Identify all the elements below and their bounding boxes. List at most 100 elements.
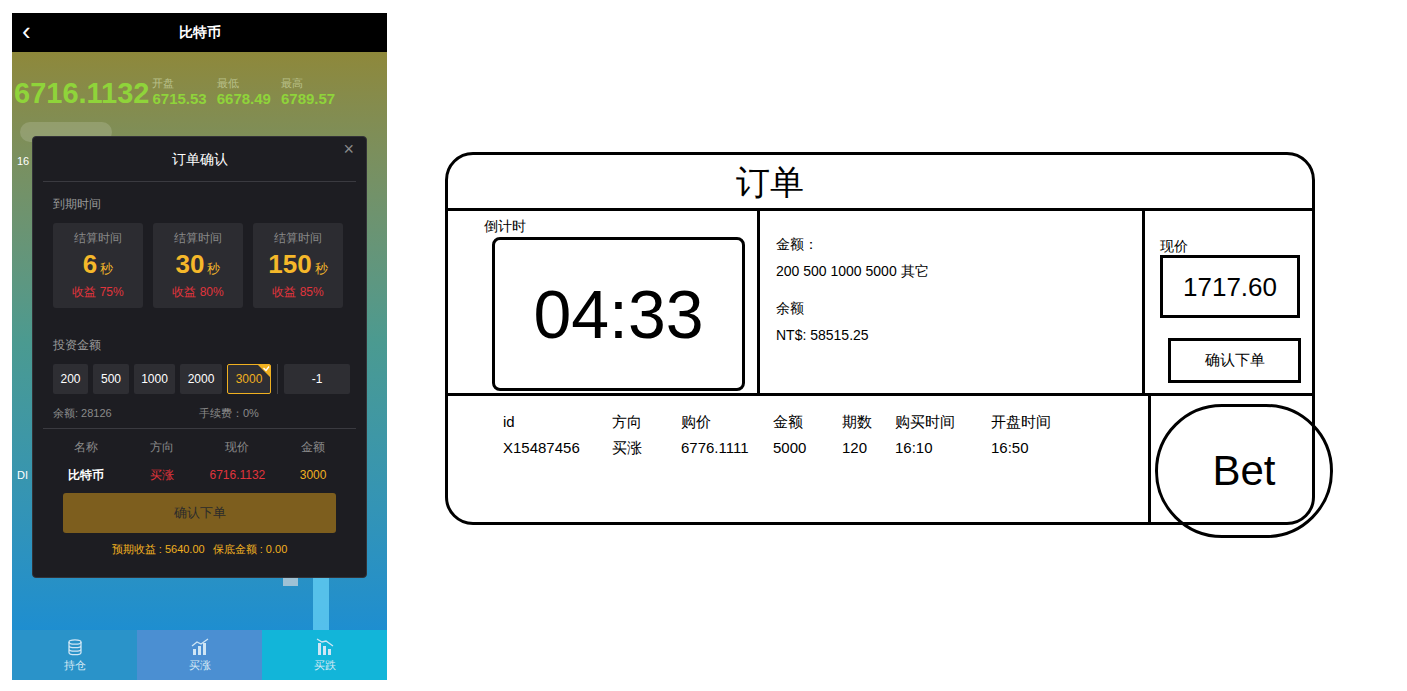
duration-card[interactable]: 结算时间 150秒收益 85% — [253, 223, 343, 308]
order-cell: 16:10 — [895, 438, 991, 458]
column-header: 方向 — [124, 438, 200, 456]
duration-card[interactable]: 结算时间6秒收益 75% — [53, 223, 143, 308]
duration-value: 30秒 — [176, 248, 221, 280]
separator — [277, 364, 278, 394]
duration-number: 30 — [176, 248, 205, 280]
order-cell: X15487456 — [503, 438, 612, 458]
order-cell: 120 — [842, 438, 895, 458]
balance-row: 余额: 28126 手续费：0% — [53, 406, 366, 420]
chart-area: 6716.1132 开盘6715.53最低6678.49最高6789.57 16… — [12, 52, 387, 630]
amount-label: 3000 — [236, 370, 263, 388]
quote-row: 6716.1132 开盘6715.53 最低6678.49 最高6789.57 — [12, 52, 387, 108]
duration-value: 150秒 — [268, 248, 327, 280]
amount-label: 2000 — [188, 370, 215, 388]
duration-profit: 收益 80% — [172, 284, 223, 300]
order-column: 期数 — [842, 412, 895, 432]
sketch-title: 订单 — [736, 165, 804, 199]
phone-screen: ‹ 比特币 6716.1132 开盘6715.53 最低6678.49 最高6789… — [12, 13, 387, 680]
amount-label: 500 — [101, 370, 121, 388]
tab-bar: 持仓 买涨 买跌 — [12, 630, 387, 680]
order-cell: 5000 — [773, 438, 842, 458]
expected-profit: 预期收益 : 5640.00 — [112, 542, 205, 556]
guaranteed-amount: 保底金额 : 0.00 — [213, 542, 288, 556]
sketch-confirm-label: 确认下单 — [1205, 349, 1265, 372]
sketch-title-row: 订单 — [448, 155, 1312, 211]
duration-number: 6 — [83, 248, 97, 280]
order-cell: 16:50 — [991, 438, 1071, 458]
header-bar: ‹ 比特币 — [12, 13, 387, 52]
duration-number: 150 — [268, 248, 311, 280]
dialog-title: 订单确认 — [172, 149, 228, 170]
quote-stat: 最高6789.57 — [281, 76, 335, 108]
quote-stats: 开盘6715.53 最低6678.49 最高6789.57 — [152, 76, 335, 108]
chart-up-icon — [191, 638, 209, 656]
price-cell: 现价 1717.60 确认下单 — [1145, 211, 1312, 393]
price-value: 1717.60 — [1183, 274, 1277, 300]
stat-label: 开盘 — [152, 76, 206, 90]
duration-profit: 收益 85% — [272, 284, 323, 300]
order-header: id方向购价金额期数购买时间开盘时间 — [503, 412, 1148, 432]
bet-cell: Bet — [1148, 396, 1312, 522]
stat-value: 6789.57 — [281, 90, 335, 108]
order-row: X15487456买涨6776.1111500012016:1016:50 — [503, 438, 1148, 458]
dialog-header: 订单确认 × — [43, 137, 356, 182]
sketch-bottom-row: id方向购价金额期数购买时间开盘时间 X15487456买涨6776.11115… — [448, 396, 1312, 522]
coins-icon — [66, 638, 84, 656]
stat-label: 最低 — [217, 76, 271, 90]
custom-amount: -1 — [312, 370, 323, 388]
order-cell: 6776.1111 — [681, 438, 773, 458]
column-header: 名称 — [48, 438, 124, 456]
countdown-label: 倒计时 — [484, 217, 757, 235]
amount-button[interactable]: 3000 — [227, 364, 271, 394]
price-box: 1717.60 — [1160, 255, 1300, 318]
amount-button[interactable]: 200 — [53, 364, 88, 394]
current-price: 6716.1132 — [14, 79, 149, 108]
summary: 预期收益 : 5640.00 保底金额 : 0.00 — [33, 542, 366, 556]
order-table: id方向购价金额期数购买时间开盘时间 X15487456买涨6776.11115… — [448, 396, 1148, 522]
order-column: 购价 — [681, 412, 773, 432]
amount-cell: 金额： 200 500 1000 5000 其它 余额 NT$: 58515.2… — [760, 211, 1145, 393]
quote-stat: 开盘6715.53 — [152, 76, 206, 108]
duration-value: 6秒 — [83, 248, 113, 280]
order-column: 金额 — [773, 412, 842, 432]
duration-unit: 秒 — [207, 259, 220, 279]
amount-button[interactable]: 500 — [93, 364, 129, 394]
amount-button[interactable]: 1000 — [134, 364, 175, 394]
tab[interactable]: 持仓 — [12, 630, 137, 680]
tab-label: 持仓 — [64, 658, 86, 672]
back-button[interactable]: ‹ — [22, 18, 42, 44]
amount-button[interactable]: 2000 — [180, 364, 222, 394]
stat-value: 6678.49 — [217, 90, 271, 108]
duration-card[interactable]: 结算时间30秒收益 80% — [153, 223, 243, 308]
order-column: 开盘时间 — [991, 412, 1071, 432]
duration-caption: 结算时间 — [274, 230, 322, 246]
page-title: 比特币 — [42, 22, 377, 43]
order-column: 购买时间 — [895, 412, 991, 432]
tab-label: 买涨 — [189, 658, 211, 672]
countdown-box: 04:33 — [492, 237, 745, 391]
order-column: 方向 — [612, 412, 681, 432]
table-header: 名称方向现价金额 — [48, 438, 351, 456]
bet-button[interactable]: Bet — [1155, 404, 1333, 538]
column-header: 现价 — [200, 438, 276, 456]
sketch-confirm-button[interactable]: 确认下单 — [1168, 338, 1301, 383]
divider — [43, 428, 356, 429]
duration-unit: 秒 — [100, 259, 113, 279]
custom-amount-field[interactable]: -1 — [284, 364, 350, 394]
amount-list: 200 500 1000 2000 3000 -1 — [53, 364, 366, 394]
chart-down-icon — [316, 638, 334, 656]
close-button[interactable]: × — [343, 140, 354, 158]
stat-value: 6715.53 — [152, 90, 206, 108]
confirm-button[interactable]: 确认下单 — [63, 493, 336, 533]
balance-value: NT$: 58515.25 — [776, 326, 1142, 344]
section-label: 投资金额 — [53, 337, 366, 353]
quote-stat: 最低6678.49 — [217, 76, 271, 108]
amount-options[interactable]: 200 500 1000 5000 其它 — [776, 262, 1142, 280]
price-label: 现价 — [1160, 237, 1312, 255]
amount-label: 金额： — [776, 235, 1142, 253]
tab-label: 买跌 — [314, 658, 336, 672]
tab[interactable]: 买涨 — [137, 630, 262, 680]
tab[interactable]: 买跌 — [262, 630, 387, 680]
amount-label: 1000 — [141, 370, 168, 388]
table-cell: 6716.1132 — [200, 466, 276, 484]
